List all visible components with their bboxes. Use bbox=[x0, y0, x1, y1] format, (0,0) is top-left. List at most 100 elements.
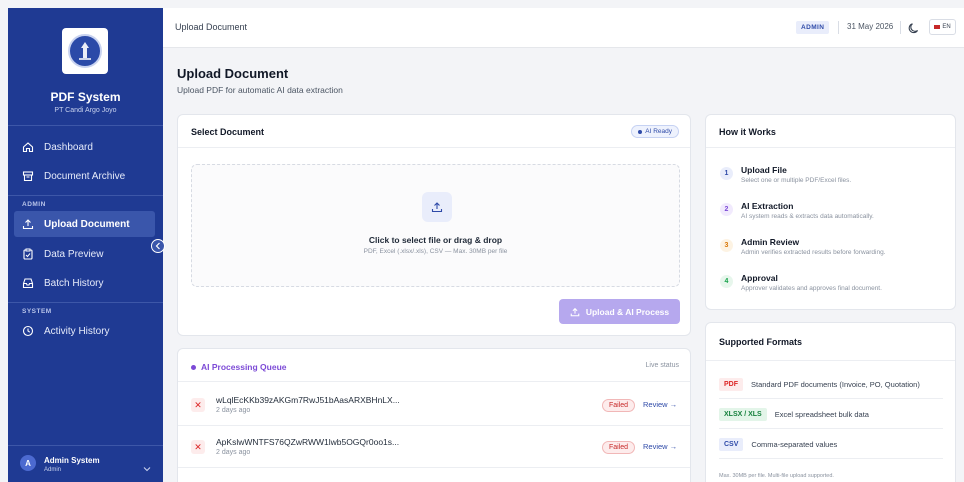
status-dot bbox=[638, 129, 643, 134]
sidebar-item-document-archive[interactable]: Document Archive bbox=[14, 163, 155, 189]
page-title: Upload Document bbox=[177, 66, 289, 81]
dropzone-hint: PDF, Excel (.xlsx/.xls), CSV — Max. 30MB… bbox=[363, 248, 508, 255]
status-badge: Failed bbox=[602, 399, 636, 412]
sidebar-item-label: Activity History bbox=[44, 325, 110, 337]
logo-emblem-icon bbox=[68, 34, 102, 68]
clipboard-icon bbox=[22, 248, 34, 260]
flag-icon bbox=[934, 25, 941, 29]
upload-process-button[interactable]: Upload & AI Process bbox=[559, 299, 680, 324]
format-tag: CSV bbox=[719, 437, 744, 451]
sidebar-item-label: Data Preview bbox=[44, 248, 104, 260]
user-role: Admin bbox=[44, 467, 62, 473]
step-title: Upload File bbox=[741, 165, 787, 175]
queue-file-name: wLqlEcKKb39zAKGm7RwJ51bAasARXBHnLX... bbox=[216, 395, 400, 405]
queue-file-name: ApKslwWNTFS76QZwRWW1lwb5OGQr0oo1s... bbox=[216, 437, 400, 447]
brand-company: PT Candi Argo Joyo bbox=[54, 107, 117, 114]
brand-name: PDF System bbox=[50, 90, 121, 104]
card-title: How it Works bbox=[719, 127, 776, 137]
file-dropzone[interactable]: Click to select file or drag & drop PDF,… bbox=[191, 164, 680, 287]
sidebar-item-label: Batch History bbox=[44, 277, 104, 289]
step-title: Admin Review bbox=[741, 237, 800, 247]
step-title: Approval bbox=[741, 273, 778, 283]
upload-icon bbox=[22, 218, 34, 230]
error-icon: ✕ bbox=[191, 398, 205, 412]
sidebar-divider bbox=[8, 302, 163, 303]
sidebar-divider bbox=[8, 195, 163, 196]
topbar-divider bbox=[900, 21, 901, 34]
format-row: PDF Standard PDF documents (Invoice, PO,… bbox=[719, 370, 943, 399]
archive-icon bbox=[22, 170, 34, 182]
user-name: Admin System bbox=[44, 456, 100, 465]
step-description: Select one or multiple PDF/Excel files. bbox=[741, 177, 852, 184]
error-icon: ✕ bbox=[191, 440, 205, 454]
review-link[interactable]: Review → bbox=[643, 400, 677, 409]
step-number: 3 bbox=[720, 239, 733, 252]
sidebar-item-dashboard[interactable]: Dashboard bbox=[14, 134, 155, 160]
avatar: A bbox=[20, 455, 36, 471]
topbar: Upload Document ADMIN 31 May 2026 EN bbox=[163, 8, 964, 48]
review-link[interactable]: Review → bbox=[643, 442, 677, 451]
sidebar-collapse-button[interactable] bbox=[151, 239, 165, 253]
sidebar-item-activity-history[interactable]: Activity History bbox=[14, 318, 155, 344]
ai-queue-card: AI Processing Queue Live status ✕ wLqlEc… bbox=[177, 348, 691, 482]
queue-row: ✕ wLqlEcKKb39zAKGm7RwJ51bAasARXBHnLX... … bbox=[178, 386, 690, 426]
how-it-works-card: How it Works 1 Upload File Select one or… bbox=[705, 114, 956, 310]
sidebar-section-admin: ADMIN bbox=[22, 201, 46, 208]
language-label: EN bbox=[942, 24, 951, 30]
queue-row: ✕ ApKslwWNTFS76QZwRWW1lwb5OGQr0oo1s... 2… bbox=[178, 428, 690, 468]
format-row: XLSX / XLS Excel spreadsheet bulk data bbox=[719, 400, 943, 429]
moon-icon bbox=[908, 21, 920, 38]
format-note: Max. 30MB per file. Multi-file upload su… bbox=[719, 473, 834, 479]
queue-title: AI Processing Queue bbox=[191, 362, 287, 372]
tray-icon bbox=[22, 277, 34, 289]
card-header: Select Document AI Ready bbox=[178, 115, 690, 148]
format-tag: PDF bbox=[719, 377, 743, 391]
step-number: 4 bbox=[720, 275, 733, 288]
queue-title-label: AI Processing Queue bbox=[201, 362, 287, 372]
sidebar-item-batch-history[interactable]: Batch History bbox=[14, 270, 155, 296]
ai-status-badge: AI Ready bbox=[631, 125, 679, 138]
clock-icon bbox=[22, 325, 34, 337]
step-number: 2 bbox=[720, 203, 733, 216]
supported-formats-card: Supported Formats PDF Standard PDF docum… bbox=[705, 322, 956, 482]
status-dot bbox=[191, 364, 196, 370]
sidebar-section-system: SYSTEM bbox=[22, 308, 52, 315]
step-description: AI system reads & extracts data automati… bbox=[741, 213, 874, 220]
role-badge: ADMIN bbox=[796, 21, 830, 34]
format-description: Excel spreadsheet bulk data bbox=[774, 409, 869, 419]
ai-status-label: AI Ready bbox=[645, 128, 672, 135]
sidebar-item-label: Document Archive bbox=[44, 170, 126, 182]
sidebar-item-label: Upload Document bbox=[44, 218, 130, 230]
logo bbox=[62, 28, 108, 74]
breadcrumb: Upload Document bbox=[175, 22, 248, 32]
queue-file-time: 2 days ago bbox=[216, 407, 251, 414]
topbar-divider bbox=[838, 21, 839, 34]
sidebar-item-data-preview[interactable]: Data Preview bbox=[14, 241, 155, 267]
upload-icon bbox=[422, 192, 452, 222]
format-description: Standard PDF documents (Invoice, PO, Quo… bbox=[751, 379, 920, 389]
format-description: Comma-separated values bbox=[751, 439, 838, 449]
user-menu[interactable]: A Admin System Admin bbox=[8, 445, 163, 482]
select-document-card: Select Document AI Ready Click to select… bbox=[177, 114, 691, 336]
upload-button-label: Upload & AI Process bbox=[585, 306, 670, 317]
queue-file-time: 2 days ago bbox=[216, 449, 251, 456]
card-header: How it Works bbox=[706, 115, 955, 148]
sidebar-item-upload-document[interactable]: Upload Document bbox=[14, 211, 155, 237]
current-date: 31 May 2026 bbox=[847, 22, 894, 31]
page-subtitle: Upload PDF for automatic AI data extract… bbox=[177, 85, 343, 95]
format-row: CSV Comma-separated values bbox=[719, 430, 943, 459]
language-switch-button[interactable]: EN bbox=[929, 19, 956, 35]
sidebar: PDF System PT Candi Argo Joyo Dashboard … bbox=[8, 8, 163, 482]
card-title: Select Document bbox=[191, 127, 265, 137]
dark-mode-toggle[interactable] bbox=[908, 21, 920, 39]
chevron-left-icon bbox=[155, 237, 161, 255]
format-tag: XLSX / XLS bbox=[719, 407, 767, 421]
card-title: Supported Formats bbox=[719, 337, 803, 347]
sidebar-divider bbox=[8, 125, 163, 126]
status-badge: Failed bbox=[602, 441, 636, 454]
step-description: Approver validates and approves final do… bbox=[741, 285, 882, 292]
dropzone-title: Click to select file or drag & drop bbox=[368, 235, 503, 245]
step-number: 1 bbox=[720, 167, 733, 180]
upload-icon bbox=[570, 307, 580, 317]
live-status-label: Live status bbox=[645, 362, 679, 369]
